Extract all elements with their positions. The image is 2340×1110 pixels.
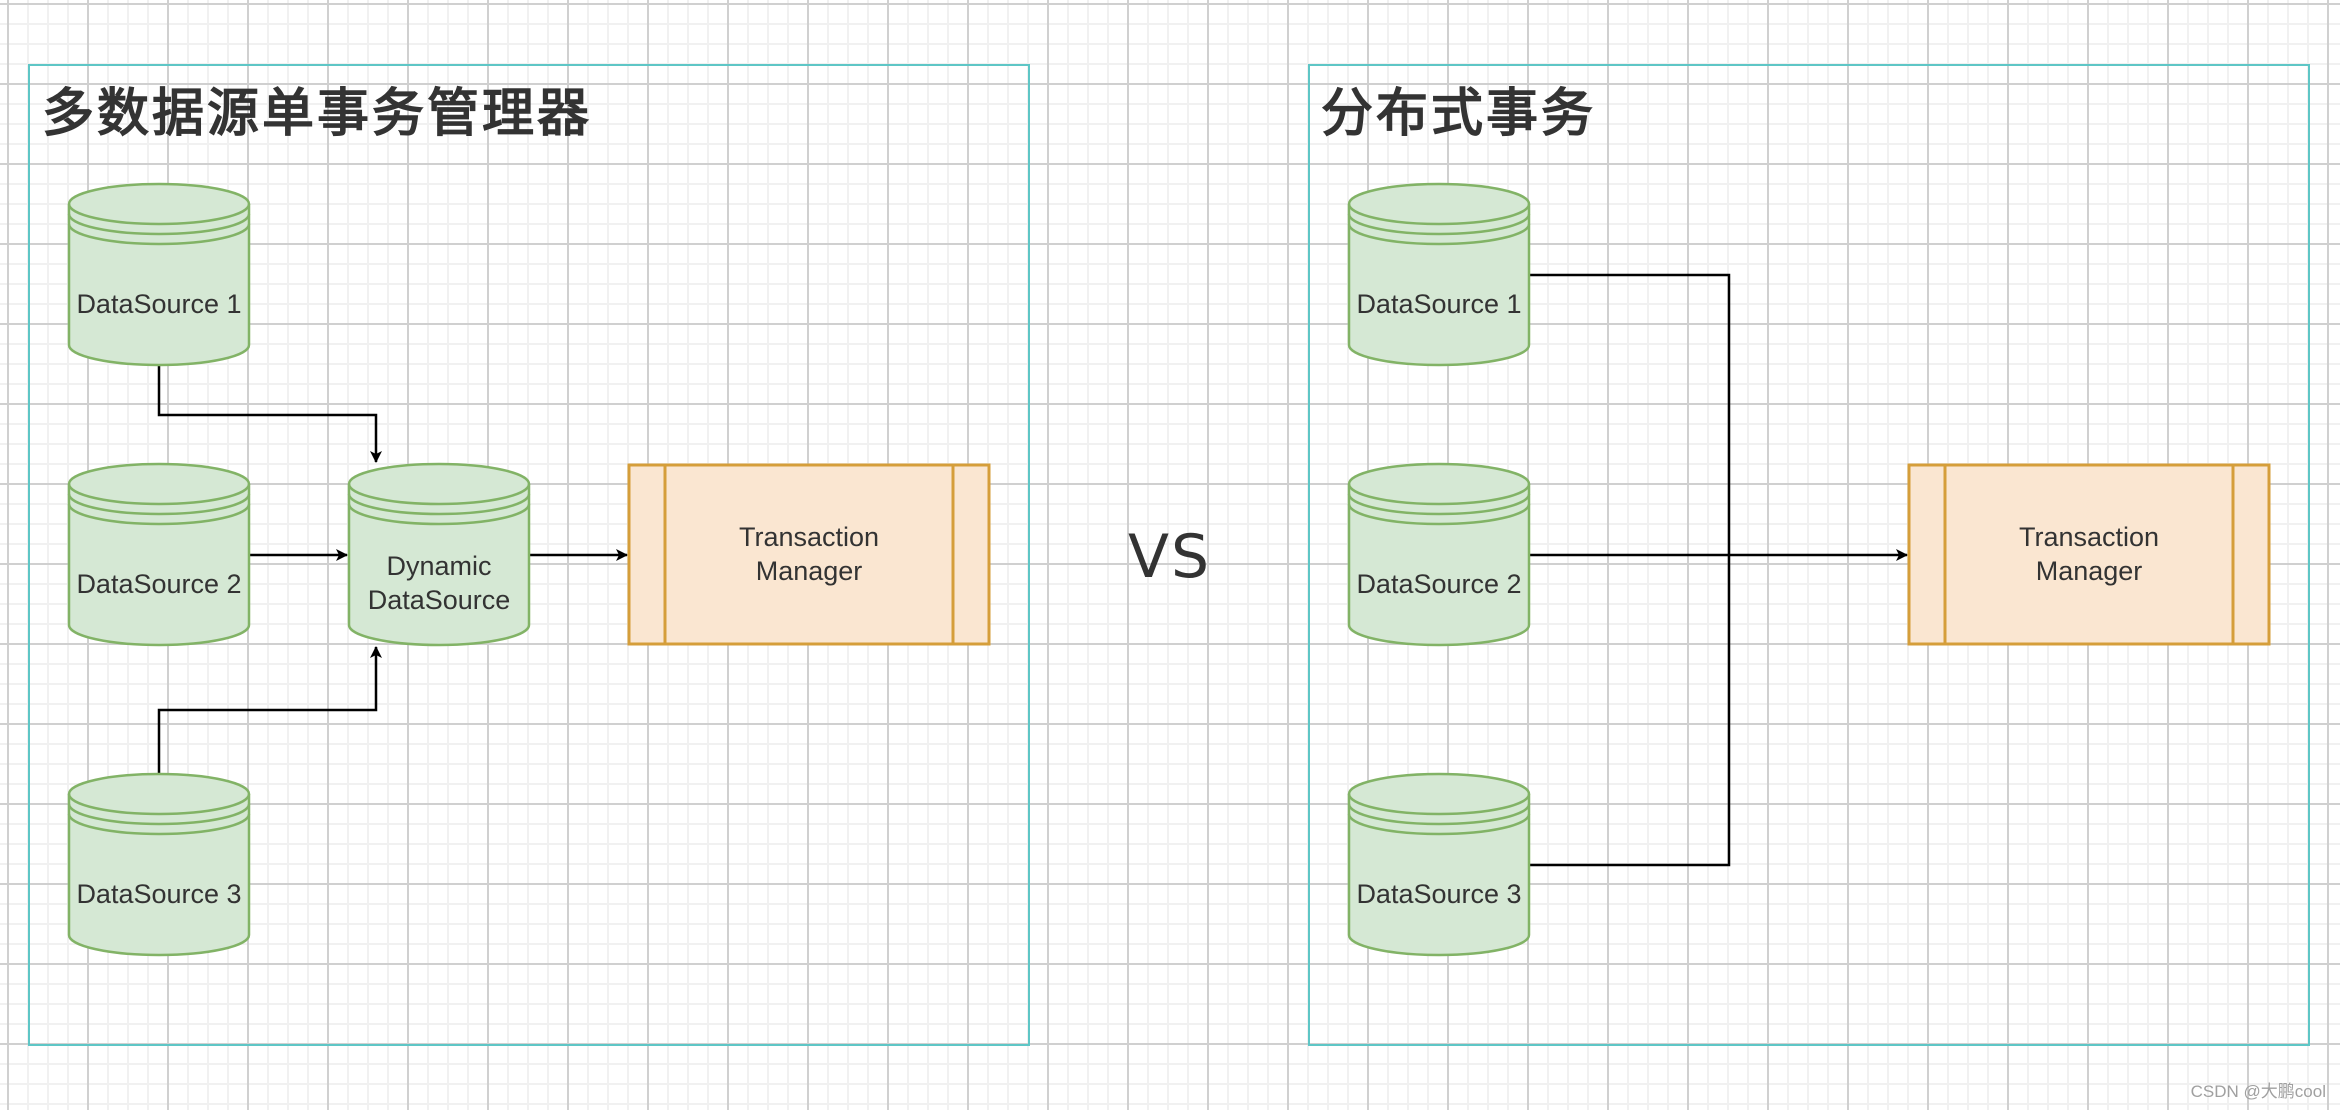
- left-datasource-2[interactable]: [67, 462, 251, 647]
- right-datasource-1[interactable]: [1347, 182, 1531, 367]
- right-ds2-label: DataSource 2: [1356, 569, 1522, 599]
- right-ds1-label: DataSource 1: [1356, 289, 1522, 319]
- left-ds1-label: DataSource 1: [76, 289, 242, 319]
- left-tm-label: Transaction Manager: [738, 522, 880, 586]
- left-panel-title: 多数据源单事务管理器: [42, 84, 593, 144]
- edge-ds1-to-dynamic[interactable]: [157, 366, 382, 463]
- left-datasource-1[interactable]: [67, 182, 251, 367]
- vs-separator: VS: [1128, 522, 1212, 592]
- left-ds3-label: DataSource 3: [76, 879, 242, 909]
- right-datasource-2[interactable]: [1347, 462, 1531, 647]
- edge-ds1-ds3-bus[interactable]: [1530, 273, 1731, 867]
- edge-ds3-to-dynamic[interactable]: [157, 646, 382, 774]
- right-panel-title: 分布式事务: [1321, 84, 1597, 144]
- right-tm-label: Transaction Manager: [2018, 522, 2160, 586]
- right-datasource-3[interactable]: [1347, 772, 1531, 957]
- watermark: CSDN @大鹏cool: [2190, 1082, 2326, 1101]
- left-datasource-3[interactable]: [67, 772, 251, 957]
- dynamic-datasource-label: Dynamic DataSource: [367, 551, 511, 615]
- left-ds2-label: DataSource 2: [76, 569, 242, 599]
- right-ds3-label: DataSource 3: [1356, 879, 1522, 909]
